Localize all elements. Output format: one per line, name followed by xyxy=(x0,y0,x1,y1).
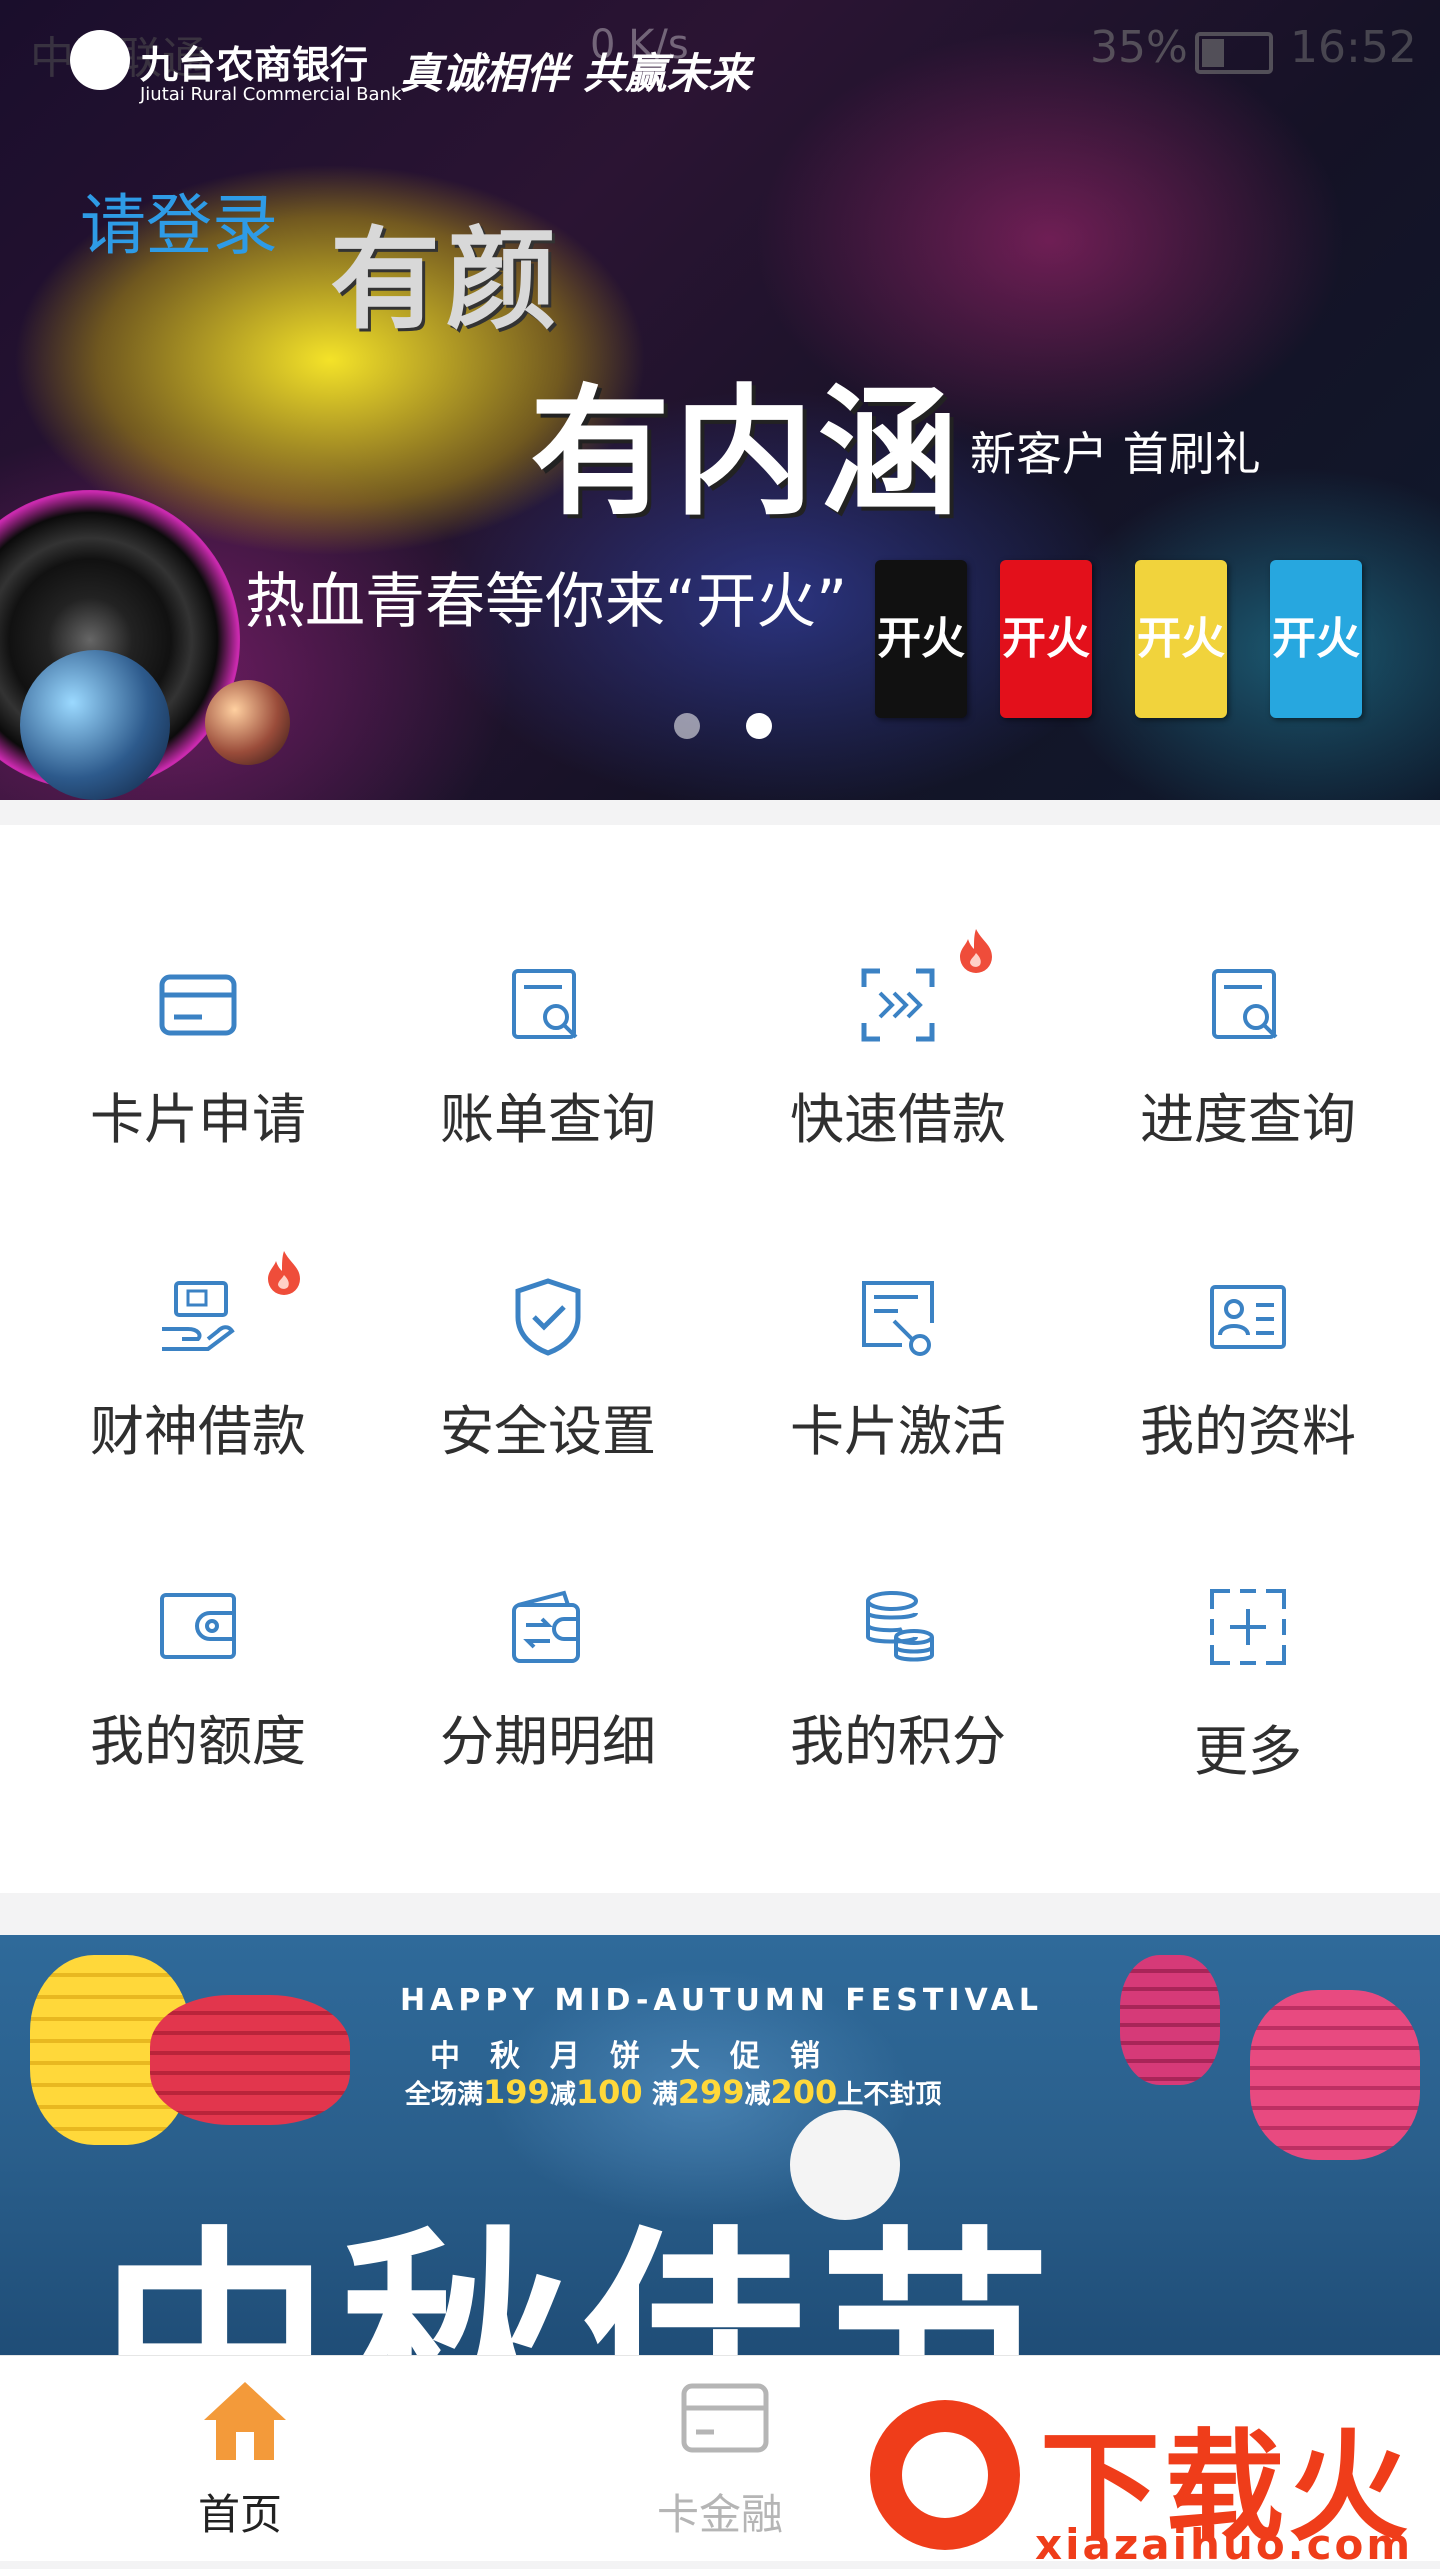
bill-search-icon xyxy=(512,969,578,1039)
credit-card-blue: 开火 xyxy=(1270,560,1362,718)
menu-item-label: 分期明细 xyxy=(440,1710,656,1773)
installment-wallet-icon xyxy=(512,1590,580,1663)
login-link[interactable]: 请登录 xyxy=(80,172,278,268)
bank-name-en: Jiutai Rural Commercial Bank xyxy=(140,84,402,105)
menu-item-label: 我的积分 xyxy=(790,1710,1006,1773)
promo-line: 中秋月饼大促销 xyxy=(430,2039,850,2074)
watermark-url: xiazaihuo.com xyxy=(1035,2520,1414,2569)
menu-item-label: 安全设置 xyxy=(440,1400,656,1463)
profile-card-icon xyxy=(1210,1285,1286,1349)
quick-loan-icon xyxy=(861,968,935,1042)
bank-name-cn: 九台农商银行 xyxy=(140,43,369,87)
bank-slogan: 真诚相伴 共赢未来 xyxy=(400,49,751,98)
tab-home[interactable]: 首页 xyxy=(0,2356,480,2561)
festival-title-cn: 中秋佳节 xyxy=(100,2206,1061,2355)
menu-item-label: 快速借款 xyxy=(790,1088,1006,1151)
card-finance-icon xyxy=(681,2383,769,2453)
menu-item-label: 我的额度 xyxy=(90,1710,306,1773)
banner-tagline: 热血青春等你来“开火” xyxy=(245,567,848,637)
lantern-graphic xyxy=(150,1995,350,2125)
card-activate-icon xyxy=(862,1281,934,1356)
clock: 16:52 xyxy=(1290,22,1417,73)
carousel-dot-1[interactable] xyxy=(674,713,700,739)
banner-headline-1: 有颜 xyxy=(330,216,562,344)
menu-item-bill-query[interactable]: 账单查询 xyxy=(368,965,728,1265)
menu-item-label: 卡片激活 xyxy=(790,1400,1006,1463)
menu-item-card-apply[interactable]: 卡片申请 xyxy=(18,965,378,1265)
lantern-graphic xyxy=(1250,1990,1420,2160)
menu-item-label: 卡片申请 xyxy=(90,1088,306,1151)
menu-item-progress-query[interactable]: 进度查询 xyxy=(1068,965,1428,1265)
top-banner-carousel[interactable]: 中国联通 0 K/s 35% 16:52 九台农商银行 Jiutai Rural… xyxy=(0,0,1440,800)
menu-item-label: 更多 xyxy=(1194,1720,1302,1783)
menu-item-label: 进度查询 xyxy=(1140,1088,1356,1151)
tab-label: 首页 xyxy=(197,2490,282,2539)
money-hand-icon xyxy=(162,1281,235,1351)
menu-item-my-profile[interactable]: 我的资料 xyxy=(1068,1277,1428,1577)
menu-item-installment-detail[interactable]: 分期明细 xyxy=(368,1587,728,1887)
carousel-dot-2-active[interactable] xyxy=(746,713,772,739)
coins-stack-icon xyxy=(866,1591,934,1662)
progress-search-icon xyxy=(1212,969,1278,1039)
site-watermark: 下载火 xiazaihuo.com xyxy=(850,2370,1440,2569)
watermark-logo-inner xyxy=(902,2432,988,2518)
discount-text: 全场满199减100 满299减200上不封顶 xyxy=(405,2073,942,2111)
credit-card-yellow: 开火 xyxy=(1135,560,1227,718)
orb-graphic xyxy=(205,680,290,765)
hot-flame-icon xyxy=(960,929,992,973)
disco-ball-graphic xyxy=(20,650,170,800)
shield-check-icon xyxy=(515,1278,581,1356)
menu-item-caishen-loan[interactable]: 财神借款 xyxy=(18,1251,378,1577)
menu-item-my-points[interactable]: 我的积分 xyxy=(718,1587,1078,1887)
bank-logo xyxy=(70,30,130,90)
menu-item-security-settings[interactable]: 安全设置 xyxy=(368,1277,728,1577)
credit-card-red: 开火 xyxy=(1000,560,1092,718)
battery-percent: 35% xyxy=(1090,22,1188,73)
home-icon xyxy=(204,2382,286,2460)
more-plus-icon xyxy=(1210,1589,1286,1665)
service-menu-grid: 卡片申请 账单查询 快速借款 进度查询 财神借款 安全设置 卡片激活 我的资料 … xyxy=(0,825,1440,1893)
festival-title-en: HAPPY MID-AUTUMN FESTIVAL xyxy=(400,1983,1044,2018)
wallet-icon xyxy=(160,1593,236,1659)
menu-item-quick-loan[interactable]: 快速借款 xyxy=(718,929,1078,1265)
menu-item-label: 财神借款 xyxy=(90,1400,306,1463)
menu-item-more[interactable]: 更多 xyxy=(1068,1587,1428,1887)
menu-item-my-limit[interactable]: 我的额度 xyxy=(18,1587,378,1887)
mid-autumn-promo-banner[interactable]: HAPPY MID-AUTUMN FESTIVAL 中秋月饼大促销 全场满199… xyxy=(0,1935,1440,2355)
menu-item-card-activate[interactable]: 卡片激活 xyxy=(718,1277,1078,1577)
lantern-graphic xyxy=(1120,1955,1220,2085)
card-icon xyxy=(159,974,237,1036)
menu-item-label: 账单查询 xyxy=(440,1088,656,1151)
menu-item-label: 我的资料 xyxy=(1140,1400,1356,1463)
new-customer-text: 新客户 首刷礼 xyxy=(970,427,1261,481)
banner-headline-2: 有内涵 xyxy=(530,372,963,535)
credit-card-black: 开火 xyxy=(875,560,967,718)
battery-icon xyxy=(1195,32,1273,74)
hot-flame-icon xyxy=(268,1251,300,1295)
